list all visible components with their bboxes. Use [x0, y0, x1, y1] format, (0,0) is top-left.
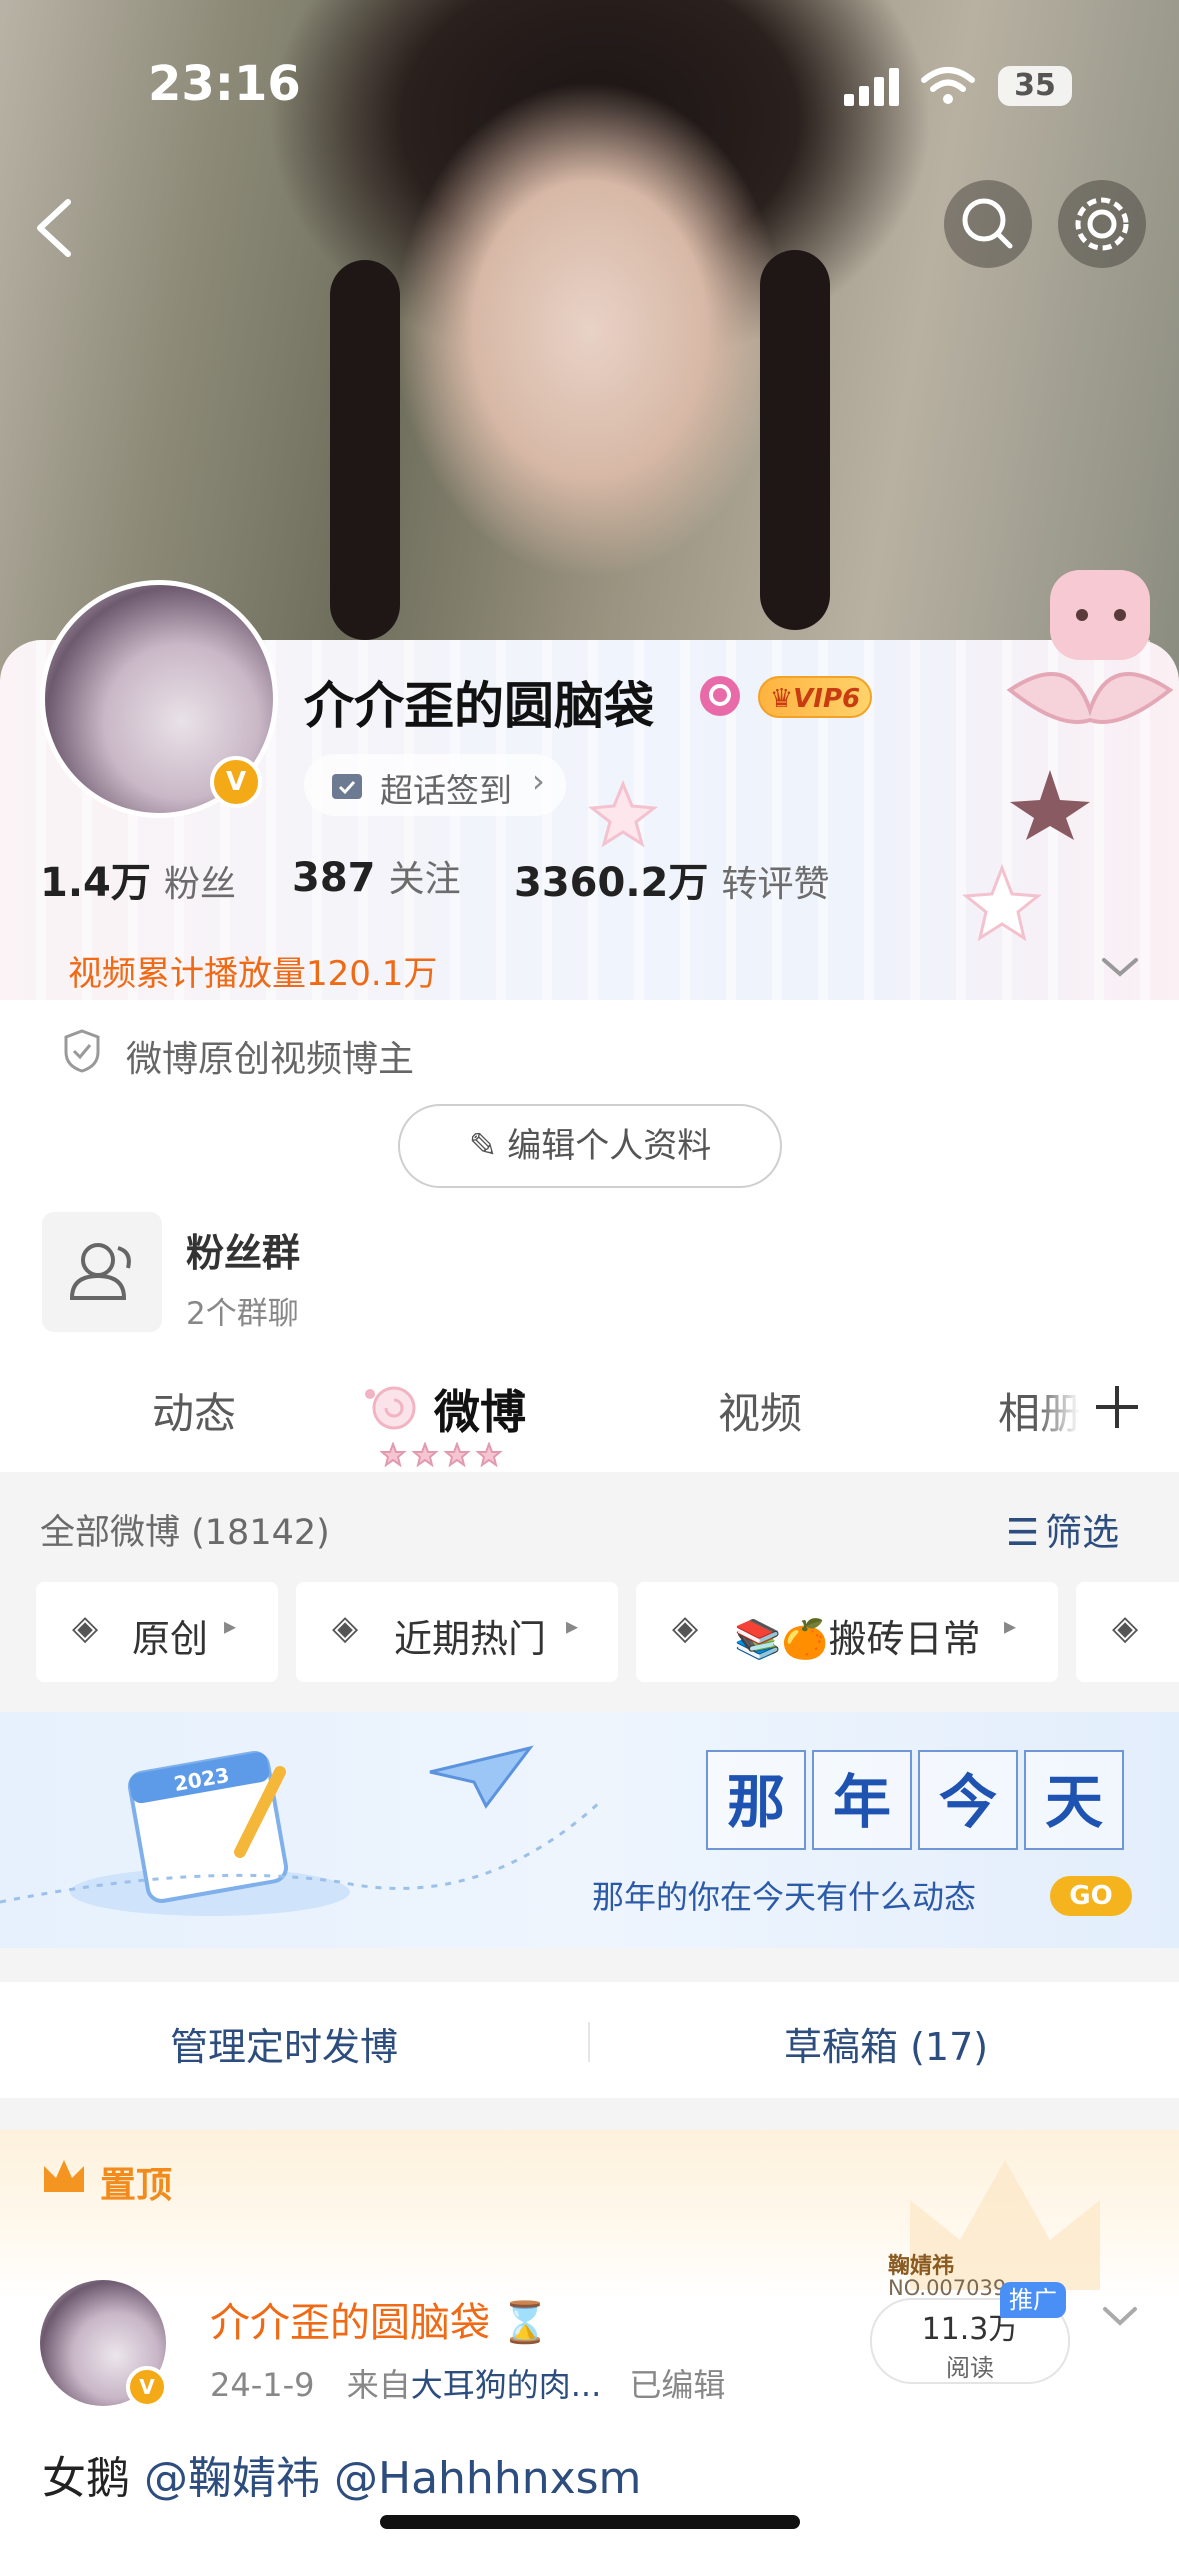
back-icon[interactable] — [28, 196, 78, 260]
plus-icon[interactable] — [1094, 1384, 1140, 1430]
on-this-day-banner[interactable]: 2023 那 年 今 天 那年的你在今天有什么动态 GO — [0, 1712, 1179, 1948]
tab-bar: 动态 微博 视频 相册 — [0, 1356, 1179, 1472]
settings-button[interactable] — [1058, 180, 1146, 268]
post-edited: 已编辑 — [629, 2366, 726, 2404]
caret-right-icon: ▸ — [224, 1612, 237, 1640]
post-date: 24-1-9 — [210, 2366, 315, 2404]
cover-hair-left — [330, 260, 400, 640]
post-meta: 24-1-9 来自大耳狗的肉... 已编辑 — [210, 2360, 725, 2406]
divider — [588, 2022, 590, 2062]
vip-badge[interactable]: ♛VIP6 — [758, 676, 872, 718]
snail-icon — [365, 1386, 416, 1430]
filter-chip-original[interactable]: ◈ 原创 ▸ — [36, 1582, 278, 1682]
layers-icon: ◈ — [332, 1608, 359, 1648]
wifi-icon — [921, 67, 975, 104]
chevron-down-icon[interactable] — [1098, 952, 1142, 982]
mention-link[interactable]: @鞠婧祎 — [144, 2453, 320, 2504]
gear-icon — [1075, 197, 1129, 251]
pinned-post[interactable]: 置顶 鞠婧祎 NO.007039 V 介介歪的圆脑袋 ⌛ 24-1-9 来自大耳狗… — [0, 2130, 1179, 2556]
promo-tag: 推广 — [1000, 2282, 1066, 2318]
shield-icon — [64, 1029, 100, 1073]
fan-group-icon[interactable] — [42, 1212, 162, 1332]
layers-icon: ◈ — [672, 1608, 699, 1648]
post-source-link[interactable]: 大耳狗的肉... — [411, 2366, 602, 2404]
tab-album[interactable]: 相册 — [998, 1380, 1080, 1441]
mention-link[interactable]: @Hahhhnxsm — [334, 2453, 641, 2504]
video-plays-text: 视频累计播放量120.1万 — [68, 954, 438, 994]
super-checkin-label: 超话签到 — [380, 771, 512, 810]
star-deco-icon — [588, 780, 658, 848]
tab-video[interactable]: 视频 — [718, 1380, 802, 1441]
filter-chip-recent-hot[interactable]: ◈ 近期热门 ▸ — [296, 1582, 618, 1682]
cert-text: 微博原创视频博主 — [126, 1039, 415, 1080]
fan-group-subtitle: 2个群聊 — [186, 1296, 299, 1332]
home-indicator[interactable] — [380, 2515, 800, 2529]
tab-weibo[interactable]: 微博 — [434, 1376, 526, 1442]
post-text-prefix: 女鹅 — [42, 2453, 130, 2504]
divider-gap — [0, 1948, 1179, 1982]
hourglass-icon: ⌛ — [500, 2300, 550, 2346]
divider-gap — [0, 2098, 1179, 2130]
chevron-down-icon[interactable] — [1100, 2302, 1140, 2332]
profile-name: 介介歪的圆脑袋 — [304, 677, 654, 735]
crown-icon — [44, 2160, 84, 2192]
manage-row: 管理定时发博 草稿箱 (17) — [0, 1982, 1179, 2098]
battery-icon: 35 — [998, 66, 1072, 106]
promo-card-number: NO.007039 — [888, 2276, 1007, 2300]
tab-underline-icon — [380, 1442, 503, 1468]
group-icon — [69, 1243, 131, 1300]
stat-following[interactable]: 387 关注 — [292, 850, 461, 902]
search-button[interactable] — [944, 180, 1032, 268]
post-author-name[interactable]: 介介歪的圆脑袋 ⌛ — [210, 2290, 550, 2348]
filter-chip-daily[interactable]: ◈ 📚🍊搬砖日常 ▸ — [636, 1582, 1058, 1682]
go-button[interactable]: GO — [1050, 1876, 1132, 1916]
feed-count-label: 全部微博 (18142) — [40, 1513, 330, 1553]
caret-right-icon: ▸ — [566, 1612, 579, 1640]
tab-feed[interactable]: 动态 — [152, 1380, 236, 1441]
filter-icon: ☰ — [1006, 1511, 1040, 1554]
stat-fans[interactable]: 1.4万 粉丝 — [40, 850, 236, 908]
layers-icon: ◈ — [72, 1608, 99, 1648]
chevron-right-icon: › — [532, 762, 545, 800]
super-checkin-button[interactable]: 超话签到 › — [304, 754, 566, 816]
search-icon — [709, 684, 731, 706]
status-bar: 23:16 35 — [0, 0, 1179, 150]
post-source-prefix: 来自 — [346, 2366, 411, 2404]
filter-chip-more[interactable]: ◈ — [1076, 1582, 1179, 1682]
cover-hair-right — [760, 250, 830, 630]
status-time: 23:16 — [148, 56, 301, 112]
pinned-label: 置顶 — [100, 2165, 173, 2206]
star-deco-icon — [962, 864, 1042, 942]
caret-right-icon: ▸ — [1004, 1612, 1017, 1640]
calendar-icon — [332, 774, 362, 799]
verified-icon: V — [126, 2366, 168, 2408]
edit-profile-button[interactable]: ✎ 编辑个人资料 — [398, 1104, 782, 1188]
fan-group-title[interactable]: 粉丝群 — [186, 1222, 300, 1277]
signal-icon — [844, 68, 899, 106]
post-text: 女鹅 @鞠婧祎 @Hahhhnxsm — [42, 2442, 641, 2506]
filter-button[interactable]: ☰ 筛选 — [1006, 1502, 1119, 1556]
stat-interactions[interactable]: 3360.2万 转评赞 — [514, 850, 829, 908]
scheduled-posts-button[interactable]: 管理定时发博 — [170, 2016, 398, 2071]
search-icon — [962, 198, 1013, 249]
layers-icon: ◈ — [1112, 1608, 1139, 1648]
drafts-button[interactable]: 草稿箱 (17) — [784, 2016, 988, 2071]
reads-label: 阅读 — [946, 2354, 994, 2382]
dashed-path-deco — [0, 1800, 602, 1904]
bunny-sticker-icon — [1006, 570, 1174, 840]
super-topic-icon[interactable] — [700, 676, 740, 716]
verified-icon: V — [210, 756, 262, 808]
pencil-icon: ✎ — [468, 1126, 498, 1166]
on-this-day-subtitle: 那年的你在今天有什么动态 — [592, 1878, 977, 1916]
crown-icon: ♛ — [769, 684, 794, 714]
